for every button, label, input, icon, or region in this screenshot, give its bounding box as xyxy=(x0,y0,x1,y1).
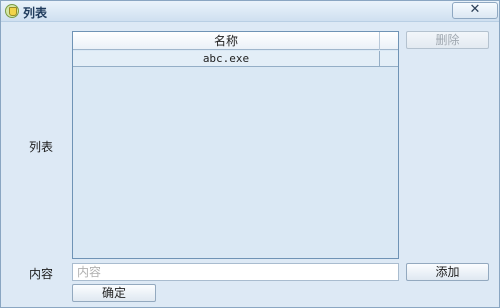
list-item-name: abc.exe xyxy=(73,51,380,67)
window-title: 列表 xyxy=(23,6,48,20)
delete-button[interactable]: 删除 xyxy=(406,31,489,49)
close-button[interactable]: ✕ xyxy=(452,2,498,19)
content-label: 内容 xyxy=(29,267,54,281)
content-input[interactable] xyxy=(72,263,399,281)
confirm-button[interactable]: 确定 xyxy=(72,284,156,302)
list-label: 列表 xyxy=(29,140,54,154)
shield-app-icon xyxy=(5,4,19,18)
listview-header: 名称 xyxy=(73,32,398,50)
name-listview[interactable]: 名称 abc.exe xyxy=(72,31,399,259)
list-item[interactable]: abc.exe xyxy=(73,51,398,67)
add-button[interactable]: 添加 xyxy=(406,263,489,281)
title-bar: 列表 ✕ xyxy=(1,1,499,22)
column-header-name[interactable]: 名称 xyxy=(73,32,380,50)
dialog-window: 列表 ✕ 列表 名称 abc.exe 删除 内容 添加 确定 xyxy=(0,0,500,308)
